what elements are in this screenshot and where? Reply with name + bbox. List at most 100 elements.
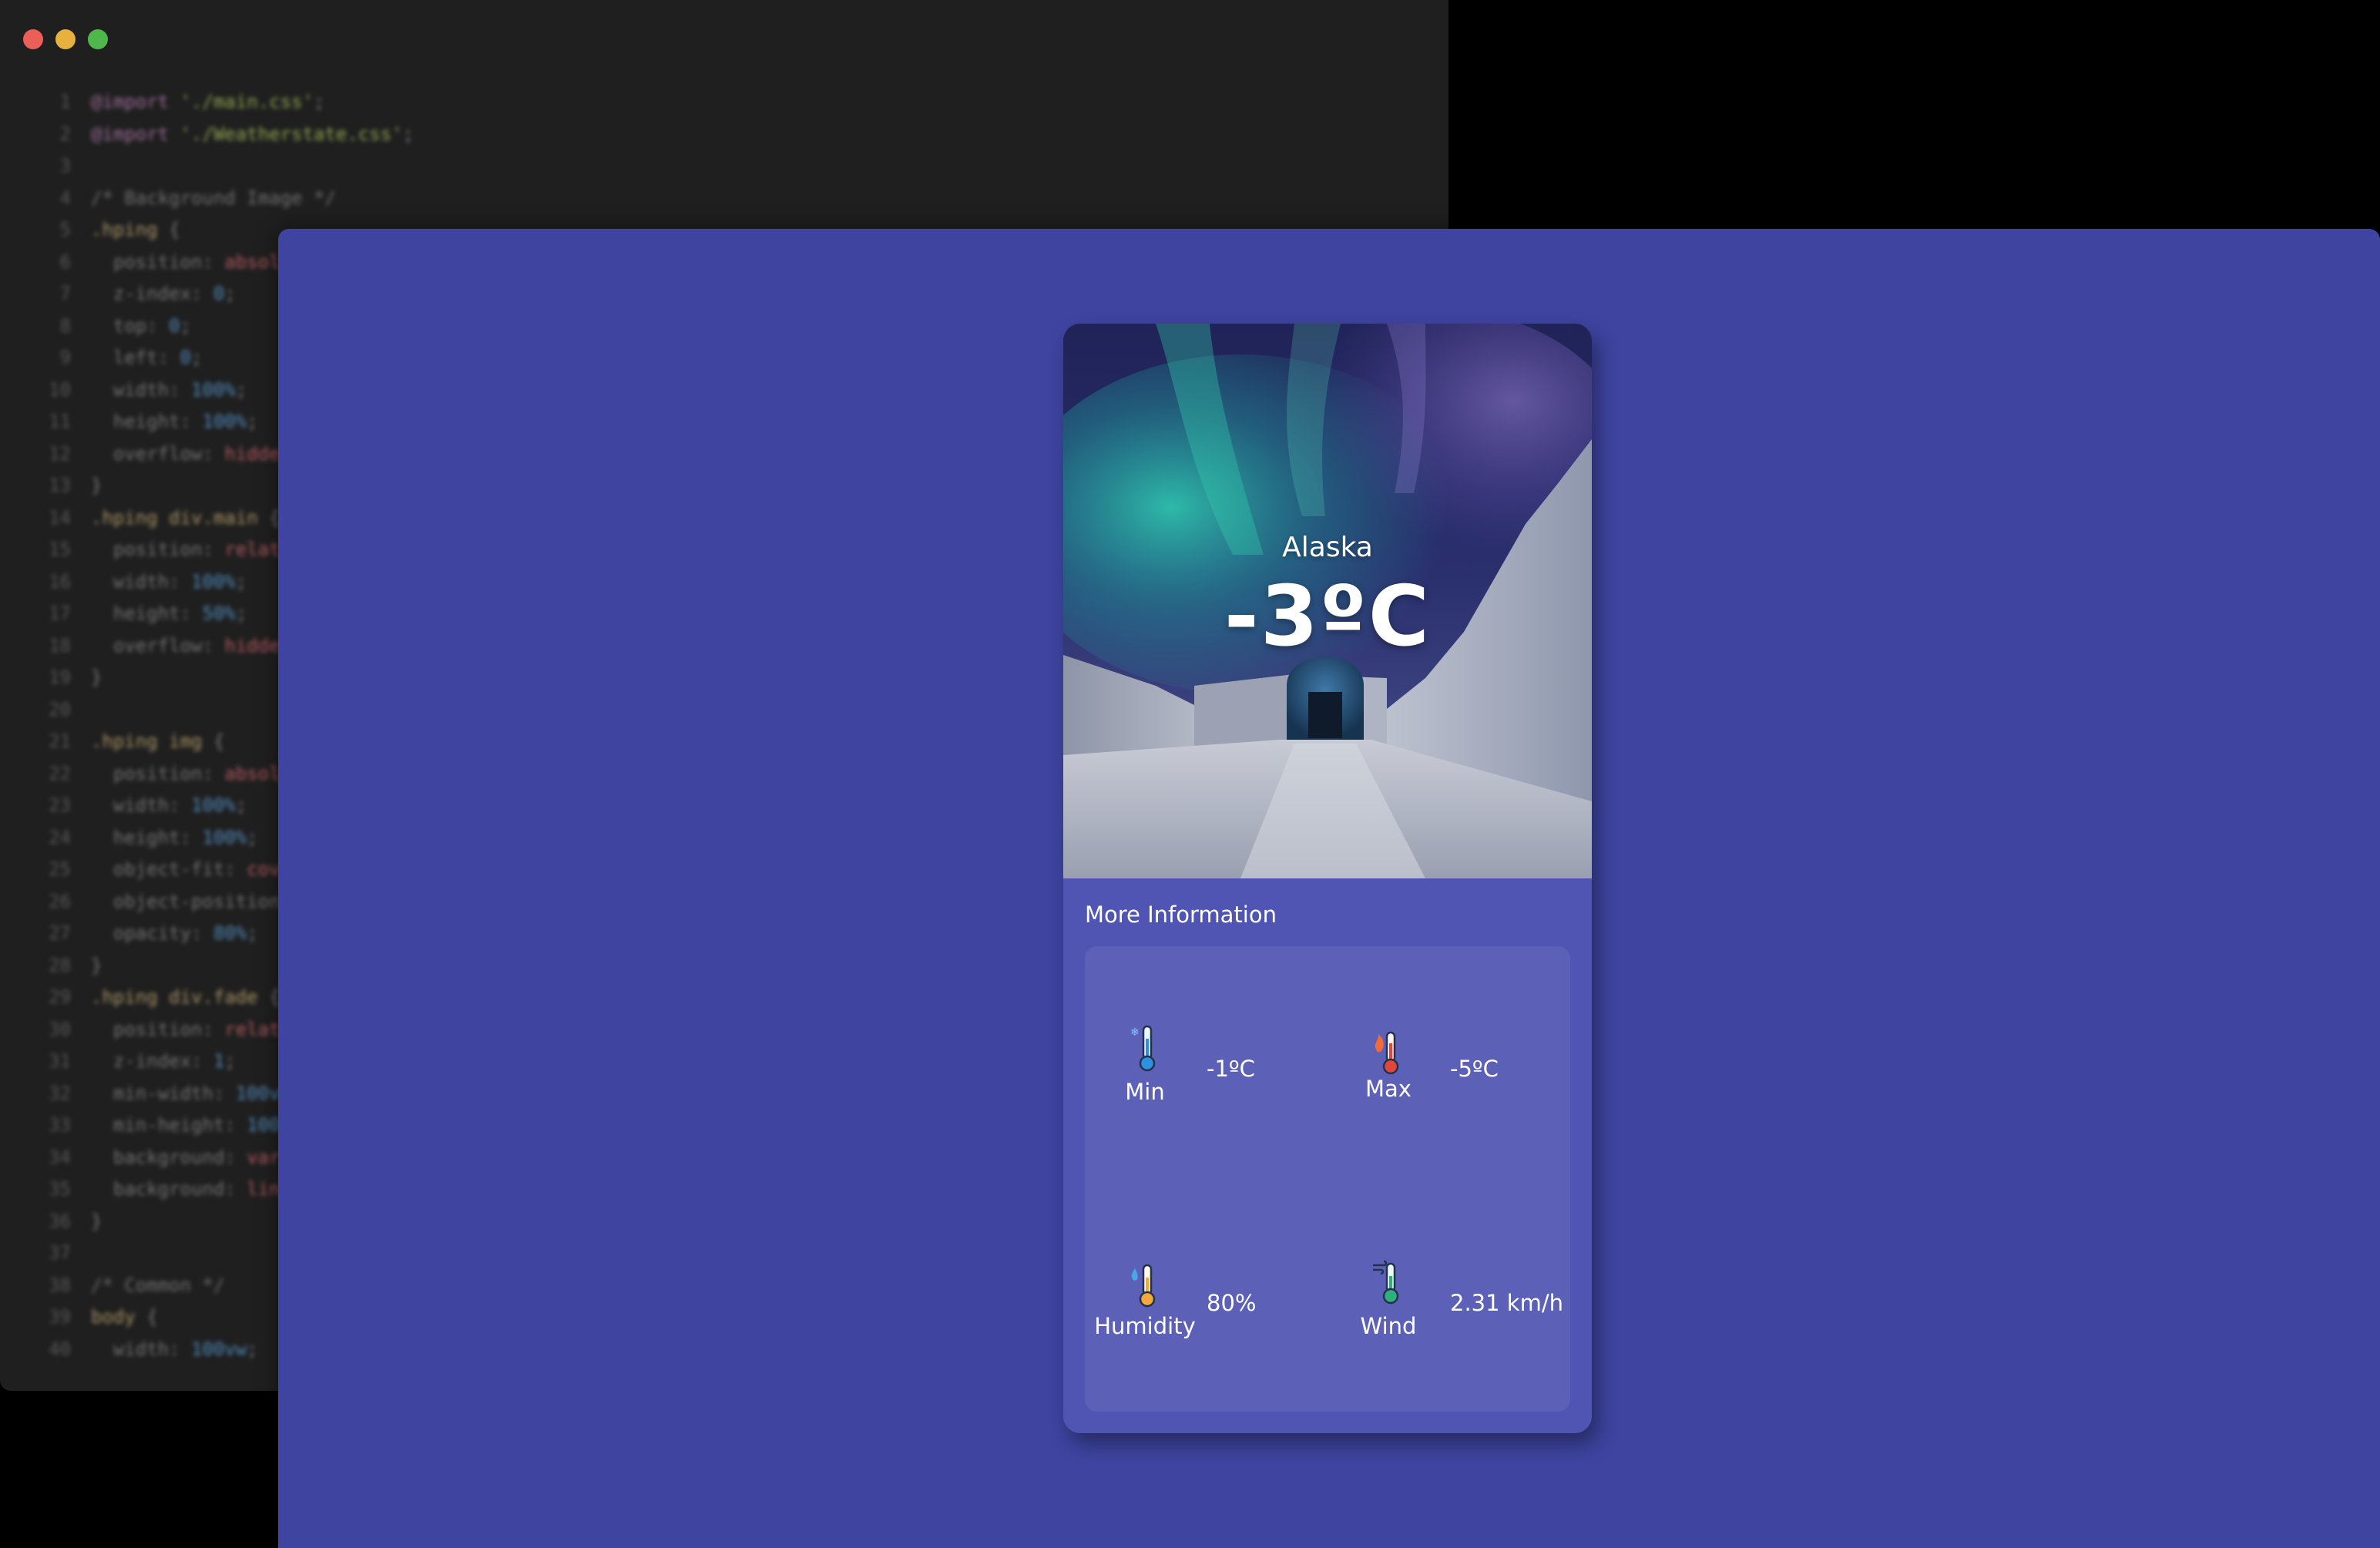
line-number: 26 xyxy=(49,890,71,912)
line-number: 17 xyxy=(49,603,71,624)
line-number: 13 xyxy=(49,475,71,496)
code-token: ; xyxy=(247,826,258,848)
line-number: 39 xyxy=(49,1306,71,1328)
code-token: 0 xyxy=(180,347,192,368)
code-token: { xyxy=(157,219,180,240)
code-token: 100% xyxy=(191,378,236,401)
stat-humidity-value: 80% xyxy=(1207,1290,1257,1316)
code-line: 1 @import './main.css'; xyxy=(23,86,1425,119)
line-number: 18 xyxy=(49,634,71,656)
code-token: height: xyxy=(91,826,203,848)
code-token: background: xyxy=(91,1146,247,1168)
code-token: 100vw xyxy=(191,1338,247,1360)
code-token: ; xyxy=(402,123,415,145)
code-token: z-index: xyxy=(91,1050,213,1072)
weather-card: Alaska -3ºC More Information ❄ Min -1ºC … xyxy=(1063,324,1592,1433)
code-token: object-fit: xyxy=(91,858,247,880)
code-token: 80% xyxy=(213,922,247,944)
code-token: 0 xyxy=(169,314,180,337)
line-number: 11 xyxy=(49,411,71,432)
code-line: 4 /* Background Image */ xyxy=(23,183,1425,215)
close-window-button[interactable] xyxy=(23,29,43,49)
code-token: top: xyxy=(91,314,170,337)
line-number: 19 xyxy=(49,667,71,688)
code-token: .hping img xyxy=(91,730,203,752)
window-controls xyxy=(23,29,108,49)
wind-thermometer-icon xyxy=(1373,1260,1399,1305)
code-token: height: xyxy=(91,603,203,624)
more-information-title: More Information xyxy=(1085,902,1277,928)
code-token: { xyxy=(257,986,280,1008)
stat-max-value: -5ºC xyxy=(1450,1056,1499,1082)
stat-wind-label: Wind xyxy=(1360,1313,1417,1339)
line-number: 36 xyxy=(49,1210,71,1232)
code-token: ; xyxy=(314,91,325,112)
code-token: height: xyxy=(91,411,203,432)
code-token: position: xyxy=(91,539,225,560)
line-number: 1 xyxy=(59,91,71,112)
code-token: 50% xyxy=(202,603,236,624)
line-number: 27 xyxy=(49,922,71,944)
code-token: min-width: xyxy=(91,1082,236,1104)
code-token: .hping div.main xyxy=(91,506,258,529)
code-token: './Weatherstate.css' xyxy=(169,123,403,145)
code-token: { xyxy=(135,1306,158,1328)
code-token: object-position: xyxy=(91,890,303,912)
code-token: min-height: xyxy=(91,1114,247,1136)
code-token: 1 xyxy=(213,1050,225,1072)
code-token: width: xyxy=(91,570,192,593)
line-number: 6 xyxy=(59,250,71,273)
line-number: 24 xyxy=(49,826,71,848)
humidity-thermometer-icon xyxy=(1131,1264,1156,1308)
city-name: Alaska xyxy=(1282,532,1373,563)
code-token: ; xyxy=(180,314,192,337)
code-token: { xyxy=(257,506,280,529)
line-number: 32 xyxy=(49,1082,71,1104)
code-token: .hping div.fade xyxy=(91,986,258,1008)
code-token: 100% xyxy=(191,570,236,593)
code-token: opacity: xyxy=(91,922,213,944)
line-number: 23 xyxy=(49,794,71,816)
stat-min-value: -1ºC xyxy=(1207,1056,1255,1082)
line-number: 25 xyxy=(49,858,71,880)
code-token: .hping xyxy=(91,219,158,240)
line-number: 7 xyxy=(59,283,71,304)
code-token: { xyxy=(202,730,225,752)
minimize-window-button[interactable] xyxy=(55,29,76,49)
code-token: position: xyxy=(91,1018,225,1040)
line-number: 5 xyxy=(59,219,71,240)
code-token: ; xyxy=(247,1338,258,1360)
line-number: 16 xyxy=(49,570,71,593)
line-number: 38 xyxy=(49,1274,71,1296)
code-token: position: xyxy=(91,762,225,784)
code-token: /* Background Image */ xyxy=(91,186,336,209)
code-token: position: xyxy=(91,250,225,273)
code-token: ; xyxy=(247,922,258,944)
code-token: } xyxy=(91,1210,102,1232)
line-number: 35 xyxy=(49,1178,71,1200)
code-line: 3 xyxy=(23,150,1425,183)
code-token: width: xyxy=(91,378,192,401)
code-token: left: xyxy=(91,347,180,368)
line-number: 34 xyxy=(49,1146,71,1168)
line-number: 21 xyxy=(49,730,71,752)
line-number: 9 xyxy=(59,347,71,368)
maximize-window-button[interactable] xyxy=(88,29,108,49)
code-token: @import xyxy=(91,123,170,145)
svg-text:❄: ❄ xyxy=(1130,1026,1140,1039)
line-number: 31 xyxy=(49,1050,71,1072)
code-token: background: xyxy=(91,1178,247,1200)
line-number: 40 xyxy=(49,1338,71,1360)
line-number: 14 xyxy=(49,506,71,529)
code-token: width: xyxy=(91,794,192,816)
code-token: './main.css' xyxy=(169,91,314,112)
line-number: 30 xyxy=(49,1018,71,1040)
more-information-panel: ❄ Min -1ºC Max -5ºC Humidity 80% Wind 2.… xyxy=(1085,946,1570,1412)
code-token: 0 xyxy=(213,283,225,304)
stat-max-label: Max xyxy=(1365,1076,1412,1102)
code-token: ; xyxy=(224,283,236,304)
code-token: ; xyxy=(224,1050,236,1072)
hero-image-section: Alaska -3ºC xyxy=(1063,324,1592,878)
line-number: 12 xyxy=(49,442,71,465)
code-token: @import xyxy=(91,91,170,112)
